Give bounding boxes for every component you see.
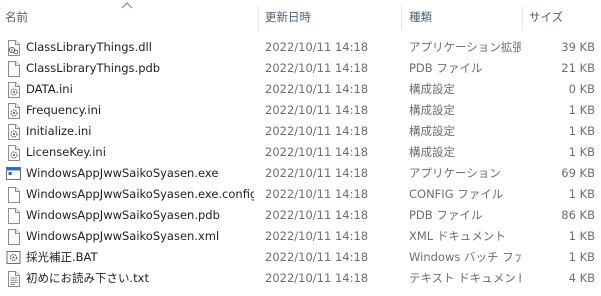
- file-date: 2022/10/11 14:18: [265, 271, 369, 285]
- file-row[interactable]: 初めにお読み下さい.txt 2022/10/11 14:18 テキスト ドキュメ…: [0, 268, 601, 289]
- file-name: LicenseKey.ini: [26, 145, 106, 159]
- column-header-type[interactable]: 種類: [409, 0, 519, 34]
- file-size: 4 KB: [568, 271, 595, 285]
- file-type: 構成設定: [409, 82, 455, 96]
- file-row[interactable]: Frequency.ini 2022/10/11 14:18 構成設定 1 KB: [0, 100, 601, 121]
- file-name: ClassLibraryThings.pdb: [26, 61, 161, 75]
- file-size: 21 KB: [561, 61, 595, 75]
- file-name: WindowsAppJwwSaikoSyasen.pdb: [26, 208, 220, 222]
- settings-file-icon: [5, 144, 22, 161]
- settings-file-icon: [5, 102, 22, 119]
- file-date: 2022/10/11 14:18: [265, 187, 369, 201]
- file-row[interactable]: 採光補正.BAT 2022/10/11 14:18 Windows バッチ ファ…: [0, 247, 601, 268]
- file-size: 1 KB: [568, 145, 595, 159]
- column-divider[interactable]: [401, 6, 402, 30]
- file-name: WindowsAppJwwSaikoSyasen.xml: [26, 229, 220, 243]
- file-date: 2022/10/11 14:18: [265, 82, 369, 96]
- file-type: 構成設定: [409, 124, 455, 138]
- file-name: WindowsAppJwwSaikoSyasen.exe: [26, 166, 219, 180]
- file-row[interactable]: Initialize.ini 2022/10/11 14:18 構成設定 1 K…: [0, 121, 601, 142]
- file-size: 1 KB: [568, 229, 595, 243]
- file-row[interactable]: ClassLibraryThings.pdb 2022/10/11 14:18 …: [0, 58, 601, 79]
- file-size: 1 KB: [568, 250, 595, 264]
- file-name: DATA.ini: [26, 82, 73, 96]
- settings-file-icon: [5, 123, 22, 140]
- file-date: 2022/10/11 14:18: [265, 250, 369, 264]
- column-header-bar: 名前 更新日時 種類 サイズ: [0, 0, 601, 34]
- file-type: CONFIG ファイル: [409, 187, 504, 201]
- file-name: WindowsAppJwwSaikoSyasen.exe.config: [26, 187, 254, 201]
- file-date: 2022/10/11 14:18: [265, 103, 369, 117]
- application-icon: [5, 165, 22, 182]
- file-type: アプリケーション: [409, 166, 501, 180]
- file-row[interactable]: WindowsAppJwwSaikoSyasen.exe.config 2022…: [0, 184, 601, 205]
- file-size: 86 KB: [561, 208, 595, 222]
- file-type: テキスト ドキュメント: [409, 271, 521, 285]
- file-date: 2022/10/11 14:18: [265, 229, 369, 243]
- column-divider[interactable]: [522, 6, 523, 30]
- file-row[interactable]: WindowsAppJwwSaikoSyasen.pdb 2022/10/11 …: [0, 205, 601, 226]
- blank-file-icon: [5, 60, 22, 77]
- file-list: ClassLibraryThings.dll 2022/10/11 14:18 …: [0, 37, 601, 289]
- file-row[interactable]: ClassLibraryThings.dll 2022/10/11 14:18 …: [0, 37, 601, 58]
- file-type: 構成設定: [409, 145, 455, 159]
- file-name: 初めにお読み下さい.txt: [26, 271, 149, 285]
- dll-file-icon: [5, 39, 22, 56]
- column-divider[interactable]: [258, 6, 259, 30]
- blank-file-icon: [5, 186, 22, 203]
- file-row[interactable]: WindowsAppJwwSaikoSyasen.exe 2022/10/11 …: [0, 163, 601, 184]
- file-name: Frequency.ini: [26, 103, 102, 117]
- text-file-icon: [5, 270, 22, 287]
- file-size: 39 KB: [561, 40, 595, 54]
- file-date: 2022/10/11 14:18: [265, 61, 369, 75]
- file-row[interactable]: WindowsAppJwwSaikoSyasen.xml 2022/10/11 …: [0, 226, 601, 247]
- settings-file-icon: [5, 81, 22, 98]
- file-type: XML ドキュメント: [409, 229, 506, 243]
- file-size: 69 KB: [561, 166, 595, 180]
- file-size: 0 KB: [568, 82, 595, 96]
- file-name: ClassLibraryThings.dll: [26, 40, 152, 54]
- blank-file-icon: [5, 207, 22, 224]
- file-date: 2022/10/11 14:18: [265, 145, 369, 159]
- file-date: 2022/10/11 14:18: [265, 40, 369, 54]
- file-row[interactable]: LicenseKey.ini 2022/10/11 14:18 構成設定 1 K…: [0, 142, 601, 163]
- file-size: 1 KB: [568, 103, 595, 117]
- file-date: 2022/10/11 14:18: [265, 166, 369, 180]
- column-header-size[interactable]: サイズ: [529, 0, 595, 34]
- file-type: 構成設定: [409, 103, 455, 117]
- file-type: アプリケーション拡張: [409, 40, 521, 54]
- file-type: PDB ファイル: [409, 208, 483, 222]
- file-row[interactable]: DATA.ini 2022/10/11 14:18 構成設定 0 KB: [0, 79, 601, 100]
- column-header-name[interactable]: 名前: [5, 0, 255, 34]
- blank-file-icon: [5, 228, 22, 245]
- column-header-date[interactable]: 更新日時: [265, 0, 400, 34]
- file-name: 採光補正.BAT: [26, 250, 98, 264]
- file-date: 2022/10/11 14:18: [265, 124, 369, 138]
- file-type: PDB ファイル: [409, 61, 483, 75]
- file-name: Initialize.ini: [26, 124, 92, 138]
- file-size: 1 KB: [568, 124, 595, 138]
- file-type: Windows バッチ ファ...: [409, 250, 521, 264]
- file-date: 2022/10/11 14:18: [265, 208, 369, 222]
- file-size: 1 KB: [568, 187, 595, 201]
- batch-file-icon: [5, 249, 22, 266]
